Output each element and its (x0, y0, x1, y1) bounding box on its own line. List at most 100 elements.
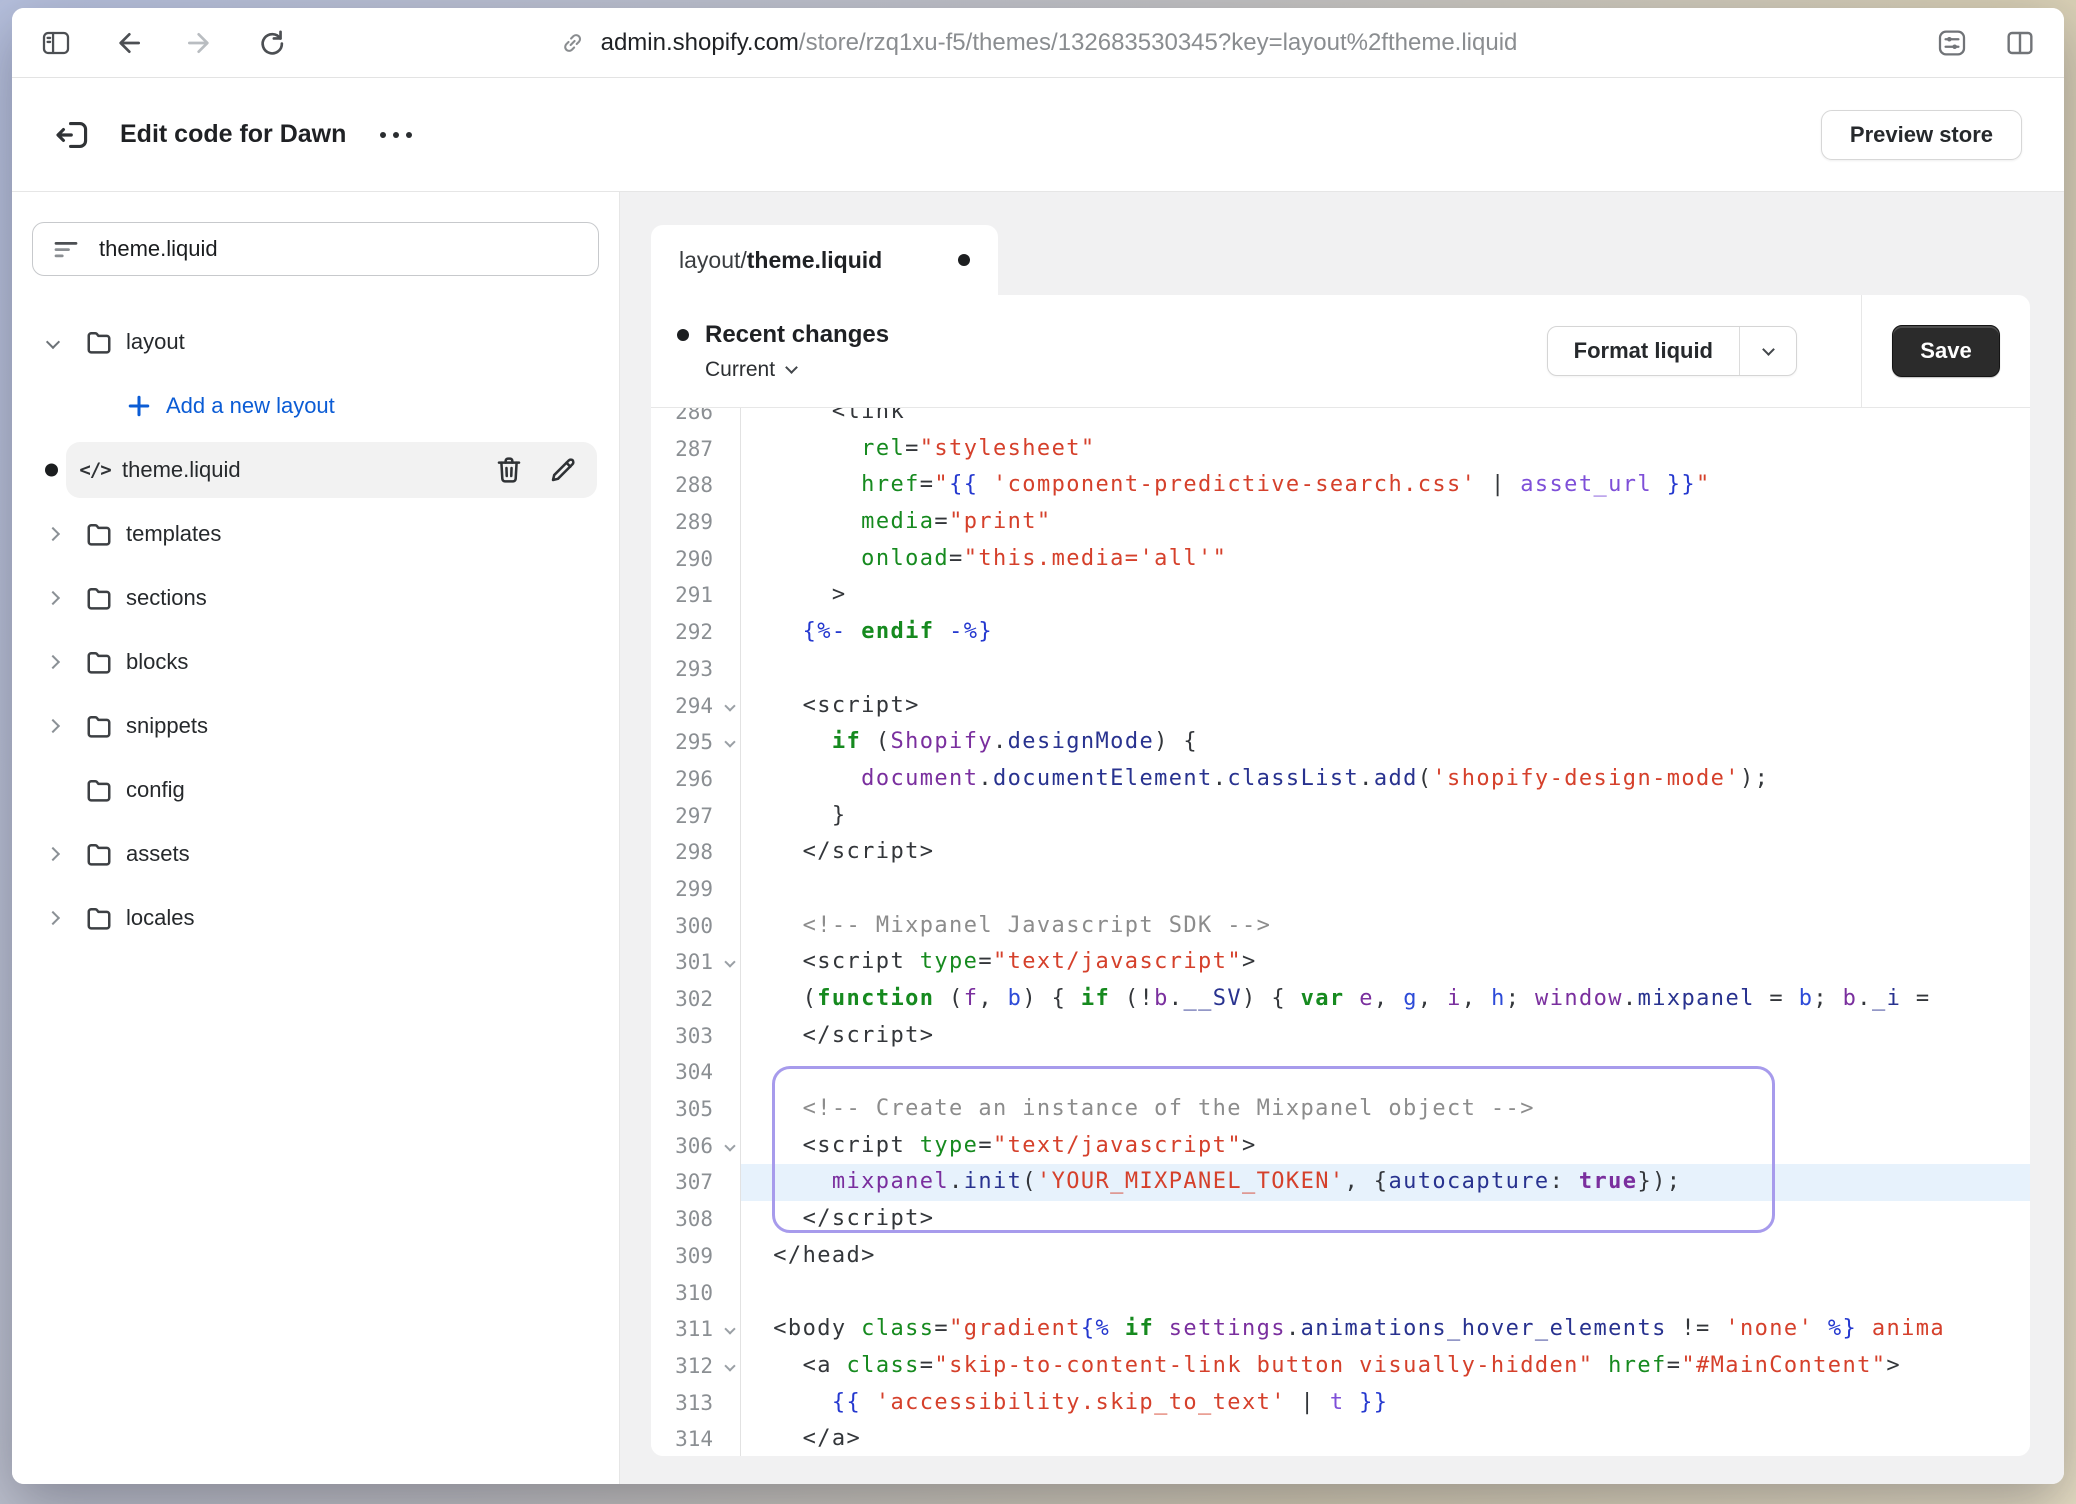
line-number: 295 (651, 724, 740, 761)
sidebar-item-blocks[interactable]: blocks (12, 630, 619, 694)
split-view-icon[interactable] (2004, 27, 2036, 59)
line-number: 306 (651, 1128, 740, 1165)
format-liquid-button[interactable]: Format liquid (1548, 327, 1740, 375)
unsaved-changes-dot (958, 254, 970, 266)
code-line-299[interactable]: 299 (651, 871, 2030, 908)
version-label: Current (705, 358, 775, 382)
sidebar-item-sections[interactable]: sections (12, 566, 619, 630)
tab-theme-liquid[interactable]: layout/theme.liquid (651, 225, 998, 295)
folder-icon (84, 647, 114, 677)
code-line-286[interactable]: 286 <link (651, 408, 2030, 431)
folder-icon (84, 903, 114, 933)
browser-sidebar-toggle-icon[interactable] (40, 27, 72, 59)
browser-extensions-icon[interactable] (1936, 27, 1968, 59)
code-editor[interactable]: 286 <link287 rel="stylesheet"288 href="{… (651, 408, 2030, 1456)
format-liquid-split-button: Format liquid (1547, 326, 1797, 376)
fold-chevron-icon[interactable] (724, 737, 735, 748)
file-search[interactable] (32, 222, 599, 276)
chevron-right-icon[interactable] (46, 527, 60, 541)
trash-icon[interactable] (493, 454, 525, 486)
code-line-292[interactable]: 292 {%- endif -%} (651, 614, 2030, 651)
back-icon[interactable] (112, 27, 144, 59)
sidebar-item-assets[interactable]: assets (12, 822, 619, 886)
line-number: 311 (651, 1311, 740, 1348)
code-line-295[interactable]: 295 if (Shopify.designMode) { (651, 724, 2030, 761)
sidebar-item-config[interactable]: config (12, 758, 619, 822)
line-number: 303 (651, 1018, 740, 1055)
reload-icon[interactable] (256, 27, 288, 59)
more-actions-icon[interactable] (380, 132, 412, 138)
fold-chevron-icon[interactable] (724, 1360, 735, 1371)
code-line-294[interactable]: 294 <script> (651, 688, 2030, 725)
code-line-300[interactable]: 300 <!-- Mixpanel Javascript SDK --> (651, 908, 2030, 945)
line-number: 302 (651, 981, 740, 1018)
code-line-310[interactable]: 310 (651, 1275, 2030, 1312)
address-bar[interactable]: admin.shopify.com/store/rzq1xu-f5/themes… (559, 29, 1518, 57)
sidebar-item-label: snippets (126, 713, 208, 739)
fold-chevron-icon[interactable] (724, 1140, 735, 1151)
code-line-303[interactable]: 303 </script> (651, 1018, 2030, 1055)
code-line-298[interactable]: 298 </script> (651, 834, 2030, 871)
sidebar-item-locales[interactable]: locales (12, 886, 619, 950)
sidebar-item-label: config (126, 777, 185, 803)
pencil-icon[interactable] (547, 454, 579, 486)
folder-icon (84, 327, 114, 357)
sidebar-item-add-a-new-layout[interactable]: Add a new layout (12, 374, 619, 438)
line-number: 287 (651, 431, 740, 468)
code-line-308[interactable]: 308 </script> (651, 1201, 2030, 1238)
fold-chevron-icon[interactable] (724, 957, 735, 968)
folder-icon (84, 583, 114, 613)
save-button[interactable]: Save (1892, 325, 1999, 377)
code-line-309[interactable]: 309 </head> (651, 1238, 2030, 1275)
code-line-305[interactable]: 305 <!-- Create an instance of the Mixpa… (651, 1091, 2030, 1128)
code-line-313[interactable]: 313 {{ 'accessibility.skip_to_text' | t … (651, 1385, 2030, 1422)
folder-icon (84, 711, 114, 741)
line-number: 290 (651, 541, 740, 578)
line-number: 291 (651, 577, 740, 614)
code-line-297[interactable]: 297 } (651, 798, 2030, 835)
fold-chevron-icon[interactable] (724, 700, 735, 711)
code-line-293[interactable]: 293 (651, 651, 2030, 688)
editor-toolbar: Recent changes Current Format liquid (651, 295, 2030, 408)
search-input[interactable] (99, 236, 580, 262)
exit-code-editor-icon[interactable] (52, 115, 92, 155)
code-line-312[interactable]: 312 <a class="skip-to-content-link butto… (651, 1348, 2030, 1385)
code-line-291[interactable]: 291 > (651, 577, 2030, 614)
sidebar-item-layout[interactable]: layout (12, 310, 619, 374)
sidebar-item-snippets[interactable]: snippets (12, 694, 619, 758)
code-line-301[interactable]: 301 <script type="text/javascript"> (651, 944, 2030, 981)
chevron-down-icon[interactable] (46, 335, 60, 349)
sidebar-item-label: blocks (126, 649, 188, 675)
format-liquid-dropdown[interactable] (1740, 327, 1796, 375)
browser-toolbar: admin.shopify.com/store/rzq1xu-f5/themes… (12, 8, 2064, 78)
version-dropdown[interactable]: Current (677, 358, 796, 382)
code-line-314[interactable]: 314 </a> (651, 1421, 2030, 1456)
tab-path-prefix: layout/ (679, 247, 747, 273)
sidebar-item-label: Add a new layout (166, 393, 335, 419)
preview-store-button[interactable]: Preview store (1821, 110, 2022, 160)
fold-chevron-icon[interactable] (724, 1324, 735, 1335)
code-line-289[interactable]: 289 media="print" (651, 504, 2030, 541)
sidebar-item-theme-liquid[interactable]: </>theme.liquid (66, 442, 597, 498)
code-line-290[interactable]: 290 onload="this.media='all'" (651, 541, 2030, 578)
code-line-311[interactable]: 311 <body class="gradient{% if settings.… (651, 1311, 2030, 1348)
chevron-right-icon[interactable] (46, 591, 60, 605)
folder-icon (84, 775, 114, 805)
chevron-right-icon[interactable] (46, 847, 60, 861)
line-number: 309 (651, 1238, 740, 1275)
code-line-287[interactable]: 287 rel="stylesheet" (651, 431, 2030, 468)
code-line-307[interactable]: 307 mixpanel.init('YOUR_MIXPANEL_TOKEN',… (651, 1164, 2030, 1201)
browser-window: admin.shopify.com/store/rzq1xu-f5/themes… (12, 8, 2064, 1484)
code-line-306[interactable]: 306 <script type="text/javascript"> (651, 1128, 2030, 1165)
line-number: 288 (651, 467, 740, 504)
chevron-right-icon[interactable] (46, 911, 60, 925)
sidebar-item-templates[interactable]: templates (12, 502, 619, 566)
line-number: 297 (651, 798, 740, 835)
code-line-304[interactable]: 304 (651, 1054, 2030, 1091)
code-line-302[interactable]: 302 (function (f, b) { if (!b.__SV) { va… (651, 981, 2030, 1018)
forward-icon[interactable] (184, 27, 216, 59)
code-line-288[interactable]: 288 href="{{ 'component-predictive-searc… (651, 467, 2030, 504)
code-line-296[interactable]: 296 document.documentElement.classList.a… (651, 761, 2030, 798)
chevron-right-icon[interactable] (46, 719, 60, 733)
chevron-right-icon[interactable] (46, 655, 60, 669)
